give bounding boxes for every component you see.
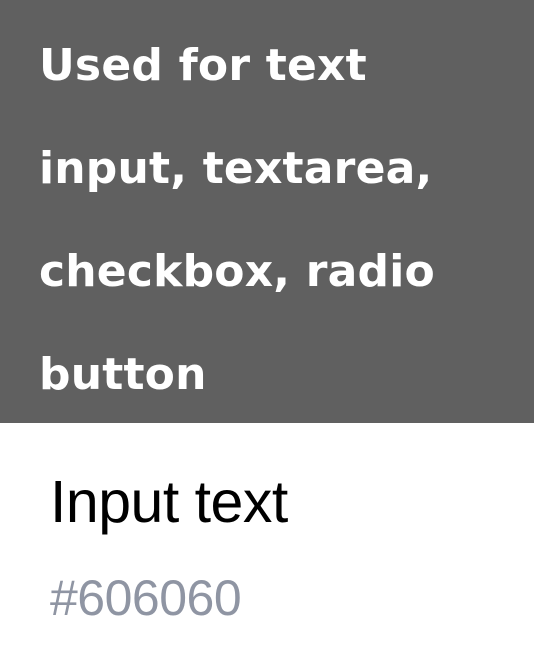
color-swatch: Used for text input, textarea, checkbox,… — [0, 0, 534, 423]
swatch-description: Used for text input, textarea, checkbox,… — [39, 40, 435, 400]
color-info: Input text #606060 — [50, 468, 288, 626]
color-name: Input text — [50, 469, 288, 535]
color-hex-value: #606060 — [50, 570, 242, 626]
